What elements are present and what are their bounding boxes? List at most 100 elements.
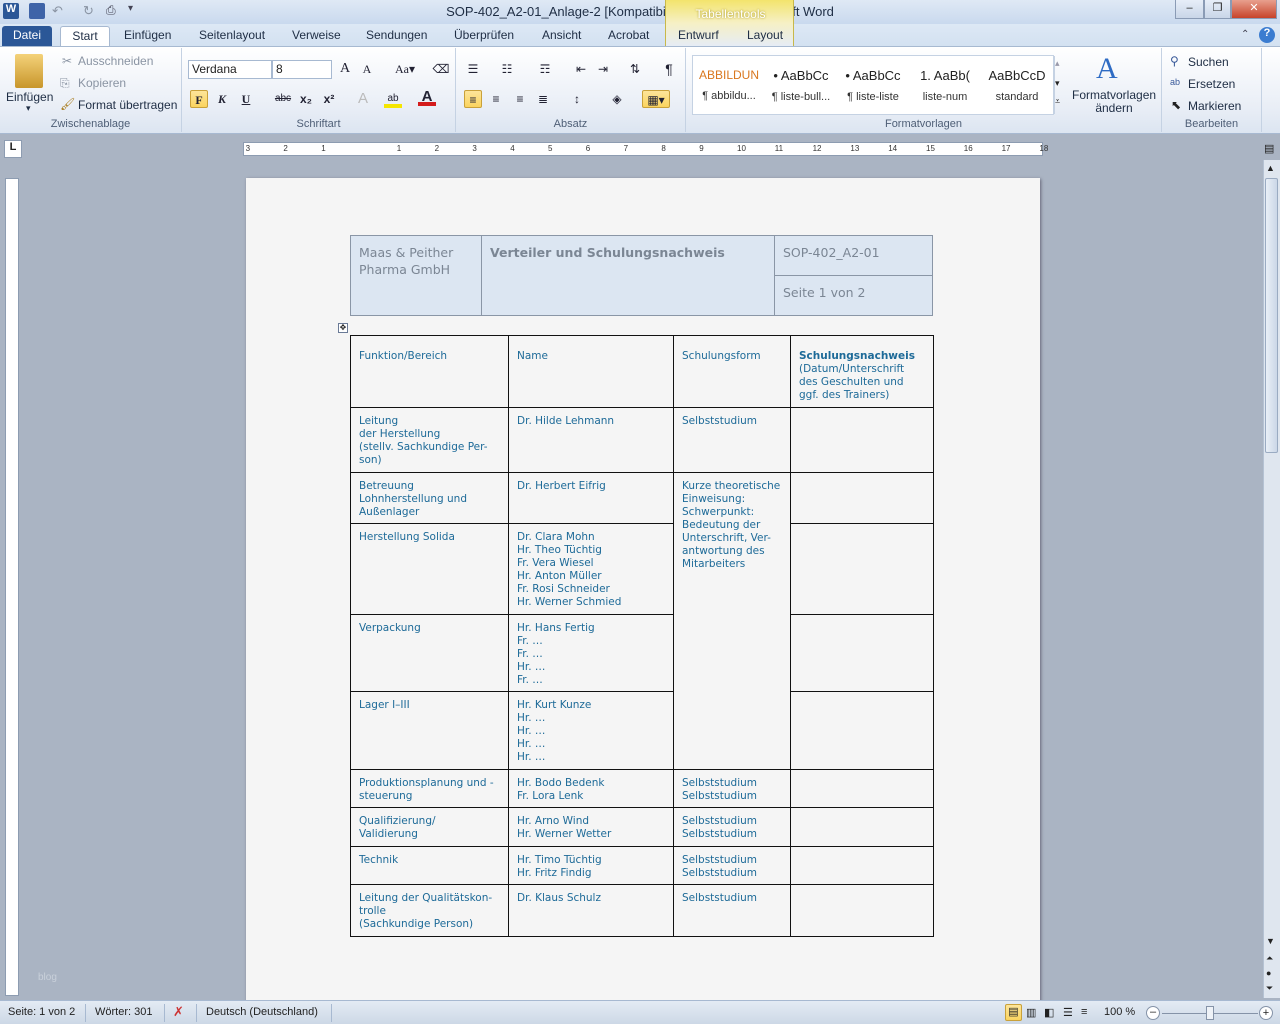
zoom-in-button[interactable]: + [1259, 1006, 1273, 1020]
cell-signature[interactable] [790, 884, 934, 937]
cell-function[interactable]: Technik [350, 846, 509, 885]
language[interactable]: Deutsch (Deutschland) [206, 1006, 318, 1018]
change-styles-icon[interactable]: A [1096, 52, 1118, 86]
browse-object-icon[interactable]: ● [1266, 968, 1271, 978]
draft-icon[interactable]: ≡ [1081, 1006, 1087, 1018]
select-button[interactable]: Markieren [1188, 99, 1241, 113]
gallery-more-icon[interactable]: ⩡ [1055, 96, 1060, 107]
show-formatting-icon[interactable]: ¶ [660, 60, 678, 78]
cell-function[interactable]: Leitung der Herstellung (stellv. Sachkun… [350, 407, 509, 473]
font-color-icon[interactable]: A [418, 88, 436, 106]
tab-layout[interactable]: Layout [741, 26, 789, 46]
minimize-button[interactable]: – [1175, 0, 1204, 19]
paste-dropdown-icon[interactable]: ▾ [26, 103, 31, 114]
bullets-icon[interactable]: ☰ [464, 60, 482, 78]
paste-button[interactable]: Einfügen [6, 90, 53, 104]
style-liste-num[interactable]: 1. AaBb(liste-num [909, 56, 981, 114]
paste-icon[interactable] [15, 54, 43, 88]
cut-button[interactable]: Ausschneiden [78, 54, 153, 68]
tab-einfuegen[interactable]: Einfügen [118, 26, 177, 46]
tab-ueberpruefen[interactable]: Überprüfen [448, 26, 520, 46]
superscript-icon[interactable]: x² [320, 90, 338, 108]
justify-icon[interactable]: ≣ [534, 90, 552, 108]
cell-names[interactable]: Hr. Hans Fertig Fr. … Fr. … Hr. … Fr. … [508, 614, 674, 692]
cell-names[interactable]: Hr. Bodo Bedenk Fr. Lora Lenk [508, 769, 674, 808]
gallery-scroll-up-icon[interactable]: ▴ [1055, 58, 1060, 69]
cell-signature[interactable] [790, 769, 934, 808]
change-styles-button[interactable]: Formatvorlagen ändern [1072, 89, 1156, 115]
replace-button[interactable]: Ersetzen [1188, 77, 1235, 91]
tab-entwurf[interactable]: Entwurf [672, 26, 725, 46]
cell-names[interactable]: Dr. Clara Mohn Hr. Theo Tüchtig Fr. Vera… [508, 523, 674, 615]
cell-function[interactable]: Betreuung Lohnherstellung und Außenlager [350, 472, 509, 524]
gallery-scroll-down-icon[interactable]: ▾ [1055, 78, 1060, 89]
scrollbar-thumb[interactable] [1265, 178, 1278, 453]
tab-datei[interactable]: Datei [2, 26, 52, 46]
word-count[interactable]: Wörter: 301 [95, 1006, 152, 1018]
tab-selector[interactable]: L [4, 140, 22, 158]
decrease-indent-icon[interactable]: ⇤ [572, 60, 590, 78]
clear-formatting-icon[interactable]: ⌫ [432, 60, 450, 78]
cell-names[interactable]: Hr. Arno Wind Hr. Werner Wetter [508, 807, 674, 847]
cell-training-form[interactable]: Kurze theoretische Einweisung: Schwerpun… [673, 472, 791, 770]
table-move-handle[interactable]: ✥ [338, 323, 348, 333]
cell-names[interactable]: Hr. Timo Tüchtig Hr. Fritz Findig [508, 846, 674, 885]
change-case-icon[interactable]: Aa▾ [392, 60, 418, 78]
view-ruler-icon[interactable]: ▤ [1264, 142, 1278, 156]
zoom-slider-thumb[interactable] [1206, 1006, 1214, 1020]
cell-function[interactable]: Produktionsplanung und - steuerung [350, 769, 509, 808]
print-layout-icon[interactable]: ▤ [1005, 1004, 1022, 1021]
font-size-select[interactable]: 8 [272, 60, 332, 79]
outline-icon[interactable]: ☰ [1063, 1006, 1073, 1019]
tab-verweise[interactable]: Verweise [286, 26, 347, 46]
next-page-icon[interactable]: ⏷ [1266, 983, 1273, 994]
style-abbildung[interactable]: ABBILDUN ¶ abbildu... [693, 56, 765, 114]
format-painter-button[interactable]: Format übertragen [78, 98, 177, 112]
shading-icon[interactable]: ◈ [608, 90, 626, 108]
align-left-button[interactable]: ≡ [464, 90, 482, 108]
vertical-ruler[interactable] [5, 178, 19, 996]
cell-names[interactable]: Dr. Herbert Eifrig [508, 472, 674, 524]
subscript-icon[interactable]: x₂ [297, 90, 315, 108]
document-page[interactable]: Maas & Peither Pharma GmbH Verteiler und… [246, 178, 1040, 1008]
cell-names[interactable]: Hr. Kurt Kunze Hr. … Hr. … Hr. … Hr. … [508, 691, 674, 770]
help-icon[interactable]: ? [1259, 27, 1275, 43]
cell-function[interactable]: Herstellung Solida [350, 523, 509, 615]
cell-training-form[interactable]: Selbststudium [673, 884, 791, 937]
cell-signature[interactable] [790, 407, 934, 473]
tab-sendungen[interactable]: Sendungen [360, 26, 433, 46]
close-button[interactable]: ✕ [1231, 0, 1277, 19]
horizontal-ruler[interactable]: 3 2 1 1 2 3 4 5 6 7 8 9 10 11 12 13 14 15 16 17 18 [243, 142, 1048, 156]
full-screen-reading-icon[interactable]: ▥ [1026, 1006, 1036, 1019]
tab-acrobat[interactable]: Acrobat [602, 26, 655, 46]
font-family-select[interactable]: Verdana [188, 60, 272, 79]
cell-training-form[interactable]: Selbststudium Selbststudium [673, 846, 791, 885]
cell-signature[interactable] [790, 472, 934, 524]
cell-signature[interactable] [790, 523, 934, 615]
cell-names[interactable]: Dr. Klaus Schulz [508, 884, 674, 937]
style-liste-liste[interactable]: • AaBbCc ¶ liste-liste [837, 56, 909, 114]
line-spacing-icon[interactable]: ↕ [568, 90, 586, 108]
scroll-down-icon[interactable]: ▼ [1266, 936, 1275, 946]
grow-font-icon[interactable]: A [336, 60, 354, 78]
zoom-out-button[interactable]: – [1146, 1006, 1160, 1020]
align-center-icon[interactable]: ≡ [487, 90, 505, 108]
cell-signature[interactable] [790, 846, 934, 885]
zoom-level[interactable]: 100 % [1104, 1006, 1135, 1018]
scroll-up-icon[interactable]: ▲ [1266, 163, 1275, 173]
cell-signature[interactable] [790, 691, 934, 770]
shrink-font-icon[interactable]: A [358, 60, 376, 78]
numbering-icon[interactable]: ☷ [498, 60, 516, 78]
cell-function[interactable]: Lager I–III [350, 691, 509, 770]
highlight-icon[interactable]: ab [384, 90, 402, 108]
cell-training-form[interactable]: Selbststudium Selbststudium [673, 769, 791, 808]
cell-function[interactable]: Verpackung [350, 614, 509, 692]
align-right-icon[interactable]: ≡ [511, 90, 529, 108]
tab-start[interactable]: Start [60, 26, 110, 46]
minimize-ribbon-icon[interactable]: ⌃ [1241, 29, 1249, 40]
underline-button[interactable]: U [237, 90, 255, 108]
cell-names[interactable]: Dr. Hilde Lehmann [508, 407, 674, 473]
previous-page-icon[interactable]: ⏶ [1266, 953, 1273, 964]
cell-function[interactable]: Leitung der Qualitätskon- trolle (Sachku… [350, 884, 509, 937]
increase-indent-icon[interactable]: ⇥ [594, 60, 612, 78]
